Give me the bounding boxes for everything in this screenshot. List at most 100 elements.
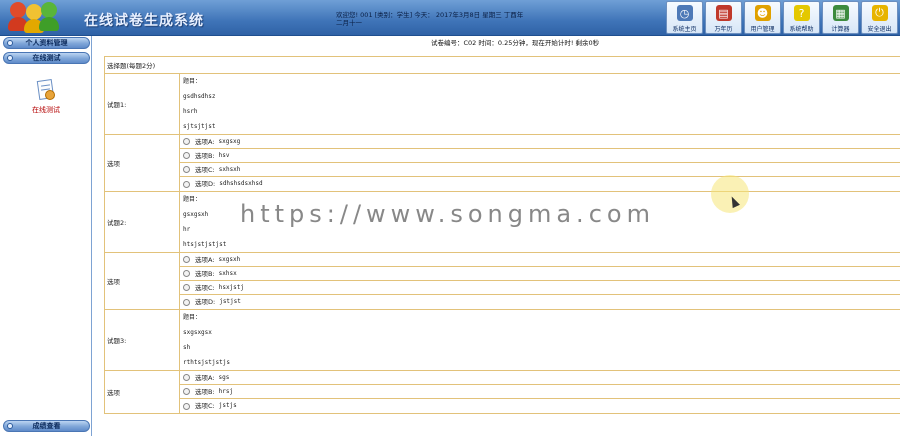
- app-title: 在线试卷生成系统: [84, 13, 204, 29]
- option-value: jstjst: [219, 298, 241, 305]
- user-icon: ☻: [754, 5, 771, 21]
- exam-main: 试卷编号：C02 时间：0.25分钟，现在开始计时! 剩余0秒 选择题(每题2分…: [100, 36, 900, 436]
- option-row[interactable]: 选项D: jstjst: [180, 295, 900, 309]
- option-value: sdhshsdsxhsd: [219, 180, 263, 187]
- radio-button[interactable]: [183, 270, 190, 277]
- option-row[interactable]: 选项B: hsv: [180, 149, 900, 163]
- option-value: sxgsxh: [218, 255, 241, 263]
- question-label: 试题1:: [104, 73, 180, 135]
- stem-line: sh: [183, 344, 191, 351]
- option-key: 选项B:: [195, 151, 215, 160]
- option-key: 选项D:: [195, 298, 216, 306]
- user-management-button[interactable]: ☻ 用户管理: [744, 1, 781, 34]
- sidebar-item-results[interactable]: 成绩查看: [3, 420, 90, 432]
- options-list: 选项A: sxgsxg 选项B: hsv 选项C: sxhsxh 选项D: sdhshs…: [179, 134, 900, 192]
- home-label: 系统主页: [672, 26, 697, 33]
- clock-icon: ◷: [676, 5, 693, 21]
- stem-line: hsrh: [183, 108, 198, 115]
- calendar-icon: ▤: [715, 5, 732, 21]
- bullet-icon: [7, 423, 13, 429]
- stem-line: 题目：: [183, 314, 202, 321]
- logout-label: 安全退出: [867, 26, 892, 33]
- option-row[interactable]: 选项C: jstjs: [180, 399, 900, 413]
- radio-button[interactable]: [183, 388, 190, 395]
- options-label: 选项: [104, 252, 180, 310]
- options-list: 选项A: sgs 选项B: hrsj 选项C: jstjs: [179, 370, 900, 414]
- option-key: 选项C:: [195, 402, 215, 410]
- option-row[interactable]: 选项D: sdhshsdsxhsd: [180, 177, 900, 191]
- help-button[interactable]: ? 系统帮助: [783, 1, 820, 34]
- radio-button[interactable]: [183, 298, 190, 306]
- option-key: 选项A:: [195, 255, 215, 264]
- cursor-highlight: [711, 175, 749, 213]
- question-stem: 题目： sxgsxgsx sh rthtsjstjstjs: [179, 309, 900, 371]
- calculator-label: 计算器: [831, 26, 850, 33]
- calculator-button[interactable]: ▦ 计算器: [822, 1, 859, 34]
- option-key: 选项B:: [195, 387, 215, 396]
- user-management-label: 用户管理: [750, 26, 775, 33]
- option-row[interactable]: 选项C: sxhsxh: [180, 163, 900, 177]
- options-label: 选项: [104, 134, 180, 192]
- radio-button[interactable]: [183, 374, 190, 381]
- option-value: sgs: [218, 373, 230, 381]
- stem-line: sxgsxgsx: [183, 329, 212, 336]
- options-label: 选项: [104, 370, 180, 414]
- question-stem: 题目： gsdhsdhsz hsrh sjtsjtjst: [179, 73, 900, 135]
- question-table: 选择题(每题2分) 试题1: 题目： gsdhsdhsz hsrh sjtsjt…: [104, 56, 900, 414]
- option-row[interactable]: 选项A: sxgsxh: [180, 253, 900, 267]
- option-value: jstjs: [218, 402, 237, 409]
- option-key: 选项C:: [195, 283, 215, 292]
- user-info: 欢迎您! 001 [类别：学生] 今天： 2017年3月8日 星期三 丁酉年 二…: [336, 11, 523, 27]
- sidebar-item-online-test[interactable]: 在线测试: [3, 52, 90, 64]
- option-row[interactable]: 选项A: sxgsxg: [180, 135, 900, 149]
- power-icon: ⏻: [871, 5, 888, 21]
- stem-line: htsjstjstjst: [183, 241, 227, 248]
- question-label: 试题2:: [104, 191, 180, 253]
- option-value: hsxjstj: [218, 283, 245, 291]
- sidebar-item-label: 在线测试: [32, 54, 61, 62]
- option-value: sxgsxg: [218, 137, 241, 145]
- radio-button[interactable]: [183, 180, 190, 188]
- option-value: hrsj: [218, 387, 234, 395]
- question-label: 试题3:: [104, 309, 180, 371]
- option-row[interactable]: 选项C: hsxjstj: [180, 281, 900, 295]
- logout-button[interactable]: ⏻ 安全退出: [861, 1, 898, 34]
- option-row[interactable]: 选项B: hrsj: [180, 385, 900, 399]
- stem-line: sjtsjtjst: [183, 123, 216, 130]
- radio-button[interactable]: [183, 138, 190, 145]
- radio-button[interactable]: [183, 166, 190, 173]
- option-value: sxhsxh: [218, 165, 241, 173]
- home-button[interactable]: ◷ 系统主页: [666, 1, 703, 34]
- bullet-icon: [7, 55, 13, 61]
- exam-info: 试卷编号：C02 时间：0.25分钟，现在开始计时! 剩余0秒: [431, 39, 600, 47]
- stem-line: rthtsjstjstjs: [183, 359, 230, 366]
- user-info-line2: 二月十一: [336, 19, 362, 27]
- online-test-module-label: 在线测试: [32, 106, 60, 114]
- option-row[interactable]: 选项A: sgs: [180, 371, 900, 385]
- option-key: 选项C:: [195, 165, 215, 174]
- option-key: 选项D:: [195, 180, 216, 188]
- online-test-module[interactable]: 在线测试: [24, 78, 68, 115]
- options-list: 选项A: sxgsxh 选项B: sxhsx 选项C: hsxjstj 选项D: jst…: [179, 252, 900, 310]
- header-bar: 在线试卷生成系统 欢迎您! 001 [类别：学生] 今天： 2017年3月8日 …: [0, 0, 900, 36]
- app-logo-icon: [6, 2, 60, 34]
- option-key: 选项A:: [195, 373, 215, 382]
- sidebar-item-label: 个人资料管理: [25, 39, 68, 47]
- toolbar: ◷ 系统主页 ▤ 万年历 ☻ 用户管理 ? 系统帮助 ▦ 计算器 ⏻ 安全退出: [666, 1, 898, 34]
- calculator-icon: ▦: [832, 5, 849, 21]
- test-paper-icon: [34, 78, 58, 102]
- radio-button[interactable]: [183, 284, 190, 291]
- calendar-button[interactable]: ▤ 万年历: [705, 1, 742, 34]
- help-icon: ?: [793, 5, 810, 21]
- watermark-text: https://www.songma.com: [240, 200, 655, 228]
- sidebar-item-personal[interactable]: 个人资料管理: [3, 37, 90, 49]
- radio-button[interactable]: [183, 402, 190, 410]
- user-info-line1: 欢迎您! 001 [类别：学生] 今天： 2017年3月8日 星期三 丁酉年: [336, 11, 524, 19]
- stem-line: gsdhsdhsz: [183, 93, 216, 100]
- option-row[interactable]: 选项B: sxhsx: [180, 267, 900, 281]
- radio-button[interactable]: [183, 152, 190, 159]
- radio-button[interactable]: [183, 256, 190, 263]
- option-key: 选项A:: [195, 137, 215, 146]
- calendar-label: 万年历: [714, 26, 733, 33]
- option-key: 选项B:: [195, 269, 215, 278]
